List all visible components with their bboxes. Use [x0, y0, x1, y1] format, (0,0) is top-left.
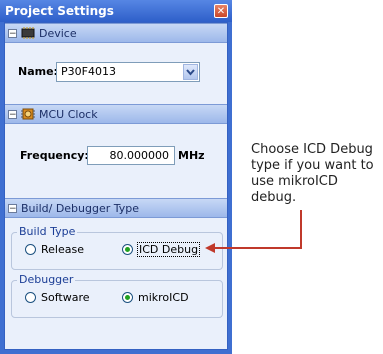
annotation-arrow-icon — [205, 210, 302, 253]
